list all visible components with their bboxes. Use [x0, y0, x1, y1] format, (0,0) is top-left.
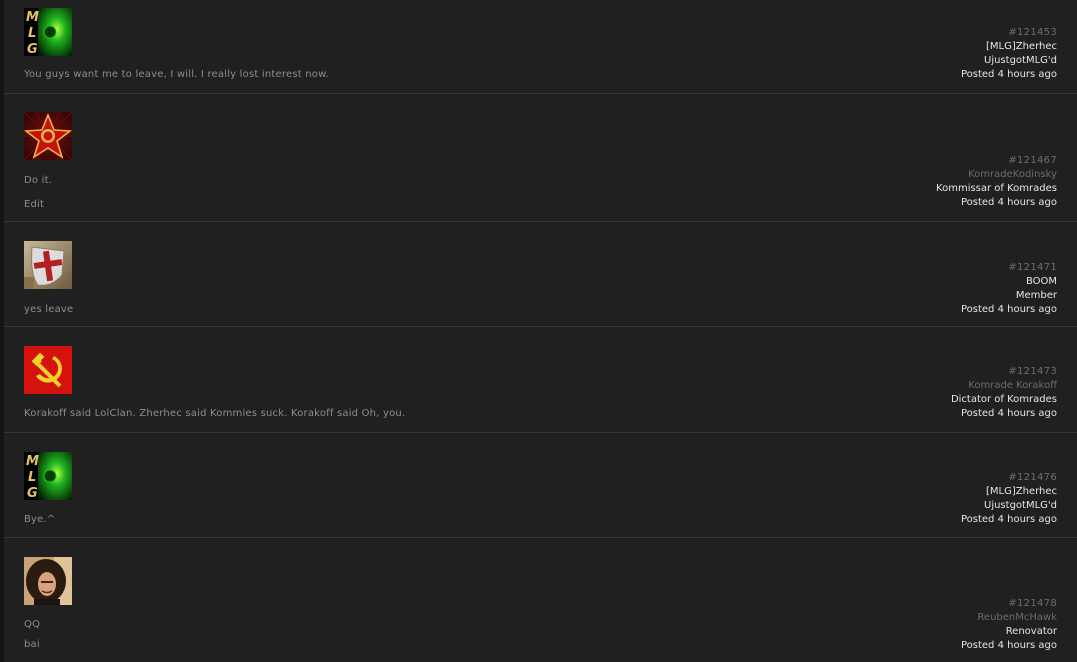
- svg-text:L: L: [28, 26, 36, 41]
- forum-post: QQ bai #121478 ReubenMcHawk Renovator Po…: [4, 538, 1077, 662]
- forum-thread: M L G You guys want me to leave, I will.…: [0, 0, 1077, 662]
- svg-text:M: M: [26, 454, 39, 469]
- post-user-rank: Dictator of Komrades: [950, 394, 1057, 405]
- post-message: Bye.^: [24, 514, 56, 525]
- post-meta: #121471 BOOM Member Posted 4 hours ago: [961, 261, 1057, 317]
- post-timestamp: Posted 4 hours ago: [960, 640, 1057, 651]
- post-username-link[interactable]: [MLG]Zherhec: [961, 485, 1057, 499]
- post-message: QQ: [24, 619, 41, 630]
- post-username-link[interactable]: KomradeKodinsky: [936, 168, 1057, 182]
- avatar-mlg-logo-icon[interactable]: M L G: [24, 452, 72, 500]
- post-message: You guys want me to leave, I will. I rea…: [24, 69, 329, 80]
- post-edit-link[interactable]: Edit: [24, 199, 44, 210]
- avatar-mlg-logo-icon[interactable]: M L G: [24, 8, 72, 56]
- post-username-link[interactable]: [MLG]Zherhec: [961, 40, 1057, 54]
- post-id-link[interactable]: #121467: [936, 154, 1057, 168]
- avatar-portrait-icon[interactable]: [24, 557, 72, 605]
- post-timestamp: Posted 4 hours ago: [960, 69, 1057, 80]
- post-timestamp: Posted 4 hours ago: [960, 197, 1057, 208]
- forum-post: Do it. Edit #121467 KomradeKodinsky Komm…: [4, 94, 1077, 222]
- post-user-rank: Renovator: [1005, 626, 1057, 637]
- post-username-link[interactable]: ReubenMcHawk: [961, 611, 1057, 625]
- post-message: Korakoff said LolClan. Zherhec said Komm…: [24, 408, 406, 419]
- avatar-crusader-shield-icon[interactable]: [24, 241, 72, 289]
- post-username-link[interactable]: Komrade Korakoff: [951, 379, 1057, 393]
- svg-text:G: G: [27, 486, 38, 500]
- post-id-link[interactable]: #121473: [951, 365, 1057, 379]
- post-user-rank: Member: [1015, 290, 1057, 301]
- post-timestamp: Posted 4 hours ago: [960, 304, 1057, 315]
- svg-text:L: L: [28, 470, 36, 485]
- post-username-link[interactable]: BOOM: [961, 275, 1057, 289]
- post-id-link[interactable]: #121471: [961, 261, 1057, 275]
- svg-text:G: G: [27, 42, 38, 56]
- forum-post: yes leave #121471 BOOM Member Posted 4 h…: [4, 222, 1077, 327]
- avatar-hammer-sickle-icon[interactable]: [24, 346, 72, 394]
- post-user-rank: UjustgotMLG'd: [984, 55, 1057, 66]
- post-meta: #121478 ReubenMcHawk Renovator Posted 4 …: [961, 597, 1057, 653]
- post-meta: #121453 [MLG]Zherhec UjustgotMLG'd Poste…: [961, 26, 1057, 82]
- post-meta: #121476 [MLG]Zherhec UjustgotMLG'd Poste…: [961, 471, 1057, 527]
- post-timestamp: Posted 4 hours ago: [960, 408, 1057, 419]
- post-id-link[interactable]: #121478: [961, 597, 1057, 611]
- post-message: bai: [24, 639, 40, 650]
- avatar-red-star-icon[interactable]: [24, 112, 72, 160]
- post-meta: #121467 KomradeKodinsky Kommissar of Kom…: [936, 154, 1057, 210]
- post-message: Do it.: [24, 175, 53, 186]
- post-id-link[interactable]: #121476: [961, 471, 1057, 485]
- post-meta: #121473 Komrade Korakoff Dictator of Kom…: [951, 365, 1057, 421]
- post-id-link[interactable]: #121453: [961, 26, 1057, 40]
- forum-post: M L G Bye.^ #121476 [MLG]Zherhec Ujustgo…: [4, 433, 1077, 538]
- svg-text:M: M: [26, 10, 39, 25]
- post-user-rank: Kommissar of Komrades: [936, 183, 1057, 194]
- post-message: yes leave: [24, 304, 74, 315]
- post-user-rank: UjustgotMLG'd: [984, 500, 1057, 511]
- post-timestamp: Posted 4 hours ago: [960, 514, 1057, 525]
- forum-post: Korakoff said LolClan. Zherhec said Komm…: [4, 327, 1077, 433]
- forum-post: M L G You guys want me to leave, I will.…: [4, 0, 1077, 94]
